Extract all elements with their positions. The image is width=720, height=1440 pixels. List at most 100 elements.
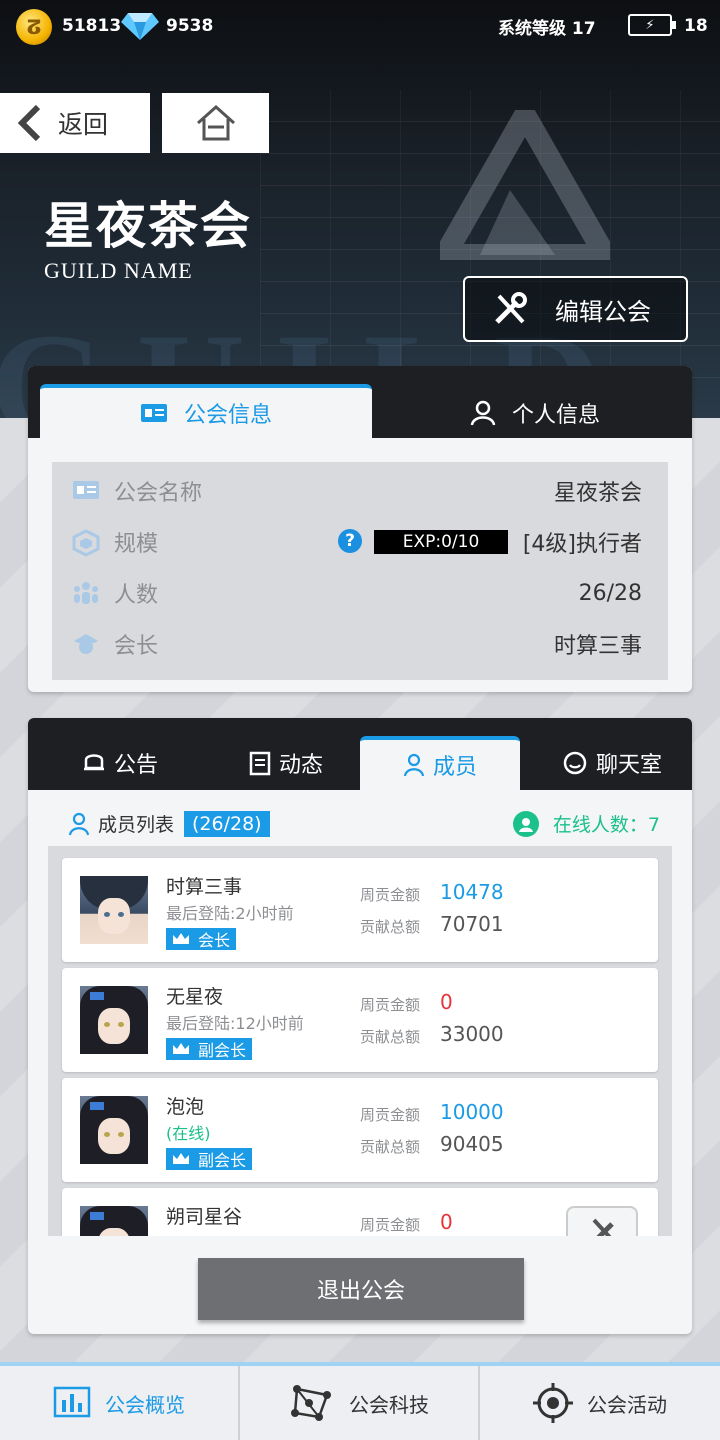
weekly-label: 周贡金额: [360, 996, 421, 1014]
tab-personal-info[interactable]: 个人信息: [378, 386, 692, 440]
chat-icon: [562, 750, 588, 776]
avatar: [80, 876, 148, 944]
tab-guild-info[interactable]: 公会信息: [40, 384, 372, 438]
home-icon: [196, 105, 235, 141]
guild-info-card: 公会信息 个人信息 公会名称 星夜茶会 规模 ? EXP:0/10 [4级]执行…: [28, 366, 692, 692]
member-row[interactable]: 无星夜 最后登陆:12小时前 副会长 周贡金额 0 贡献总额 33000: [62, 968, 658, 1072]
nav-guild-overview[interactable]: 公会概览: [0, 1366, 240, 1440]
info-row-leader: 会长 时算三事: [52, 619, 668, 669]
help-icon[interactable]: ?: [338, 529, 362, 553]
leader-icon: [72, 631, 100, 663]
member-name: 泡泡: [166, 1096, 205, 1118]
edit-guild-label: 编辑公会: [555, 297, 651, 326]
info-label: 会长: [114, 634, 159, 659]
member-online-status: (在线): [166, 1124, 211, 1143]
weekly-value: 0: [440, 1210, 453, 1234]
tab-label: 公告: [113, 753, 158, 778]
nav-guild-tech[interactable]: 公会科技: [240, 1366, 480, 1440]
info-value: 时算三事: [553, 634, 642, 659]
tab-guild-info-label: 公会信息: [183, 403, 272, 428]
member-last-login: 最后登陆:2小时前: [166, 904, 294, 923]
exp-bar: EXP:0/10: [374, 530, 508, 554]
member-name: 无星夜: [166, 986, 224, 1008]
member-count-badge: (26/28): [184, 810, 270, 837]
coin-icon: ⵒ: [16, 9, 52, 45]
total-label: 贡献总额: [360, 918, 421, 936]
id-card-icon: [140, 403, 168, 423]
info-value: 26/28: [578, 580, 642, 606]
member-name: 朔司星谷: [166, 1206, 243, 1228]
guild-title: 星夜茶会: [44, 196, 252, 255]
total-value: 33000: [440, 1022, 504, 1046]
member-row[interactable]: 朔司星谷 周贡金额 0: [62, 1188, 658, 1236]
info-label: 规模: [114, 532, 159, 557]
member-row[interactable]: 时算三事 最后登陆:2小时前 会长 周贡金额 10478 贡献总额 70701: [62, 858, 658, 962]
avatar: [80, 1096, 148, 1164]
members-card: 公告 动态 成员 聊天室 成员列表 (26/28) 在线人数：7 时算三事 最后…: [28, 718, 692, 1334]
avatar: [80, 1206, 148, 1236]
weekly-value: 10000: [440, 1100, 504, 1124]
total-label: 贡献总额: [360, 1138, 421, 1156]
crown-icon: [172, 1042, 190, 1056]
role-label: 副会长: [198, 1041, 247, 1060]
member-name: 时算三事: [166, 876, 243, 898]
total-label: 贡献总额: [360, 1028, 421, 1046]
role-label: 会长: [198, 931, 231, 950]
tab-announcement[interactable]: 公告: [40, 736, 200, 790]
tab-members[interactable]: 成员: [360, 736, 520, 790]
person-icon: [403, 753, 425, 777]
quit-guild-button[interactable]: 退出公会: [198, 1258, 524, 1320]
nav-label: 公会活动: [587, 1392, 667, 1417]
diamond-icon: [121, 13, 159, 40]
bell-icon: [82, 750, 106, 776]
tab-label: 成员: [432, 755, 477, 780]
tools-icon: [495, 292, 527, 324]
status-bar: ⵒ 51813 9538 系统等级 17 ⚡ 18: [0, 0, 720, 50]
system-level: 系统等级 17: [498, 19, 596, 39]
member-row[interactable]: 泡泡 (在线) 副会长 周贡金额 10000 贡献总额 90405: [62, 1078, 658, 1182]
tab-chatroom[interactable]: 聊天室: [532, 736, 692, 790]
info-tab-bar: 公会信息 个人信息: [28, 366, 692, 438]
nav-guild-events[interactable]: 公会活动: [480, 1366, 720, 1440]
tab-personal-info-label: 个人信息: [511, 403, 600, 428]
crown-icon: [172, 1152, 190, 1166]
back-label: 返回: [58, 110, 109, 139]
role-badge: 副会长: [166, 1038, 253, 1060]
info-panel: 公会名称 星夜茶会 规模 ? EXP:0/10 [4级]执行者 人数 26/28…: [52, 462, 668, 680]
info-row-scale: 规模 ? EXP:0/10 [4级]执行者: [52, 517, 668, 567]
tab-label: 聊天室: [595, 753, 662, 778]
weekly-value: 0: [440, 990, 453, 1014]
role-label: 副会长: [198, 1151, 247, 1170]
cube-icon: [72, 529, 100, 563]
network-icon: [289, 1383, 335, 1423]
guild-subtitle: GUILD NAME: [44, 258, 193, 283]
manage-member-button[interactable]: [566, 1206, 638, 1236]
battery-value: 18: [684, 16, 708, 36]
crown-icon: [172, 932, 190, 946]
member-list[interactable]: 时算三事 最后登陆:2小时前 会长 周贡金额 10478 贡献总额 70701 …: [48, 846, 672, 1236]
info-value: [4级]执行者: [522, 532, 642, 557]
info-row-name: 公会名称 星夜茶会: [52, 466, 668, 516]
info-row-count: 人数 26/28: [52, 568, 668, 618]
tab-activity[interactable]: 动态: [206, 736, 366, 790]
guild-emblem-icon: [440, 110, 610, 260]
battery-icon: ⚡: [628, 14, 676, 36]
chevron-left-icon: [17, 104, 41, 142]
info-label: 人数: [114, 583, 159, 608]
edit-guild-button[interactable]: 编辑公会: [463, 276, 688, 342]
coin-count: 51813: [62, 16, 122, 36]
role-badge: 会长: [166, 928, 237, 950]
person-icon: [68, 812, 90, 836]
info-label: 公会名称: [114, 481, 203, 506]
back-button[interactable]: 返回: [0, 93, 150, 153]
person-icon: [470, 400, 496, 426]
chart-icon: [53, 1386, 91, 1420]
online-icon: [512, 810, 539, 837]
weekly-label: 周贡金额: [360, 886, 421, 904]
weekly-label: 周贡金额: [360, 1106, 421, 1124]
member-last-login: 最后登陆:12小时前: [166, 1014, 304, 1033]
nav-label: 公会科技: [349, 1392, 429, 1417]
home-button[interactable]: [162, 93, 269, 153]
tab-label: 动态: [278, 753, 323, 778]
online-label: 在线人数：7: [552, 814, 660, 836]
